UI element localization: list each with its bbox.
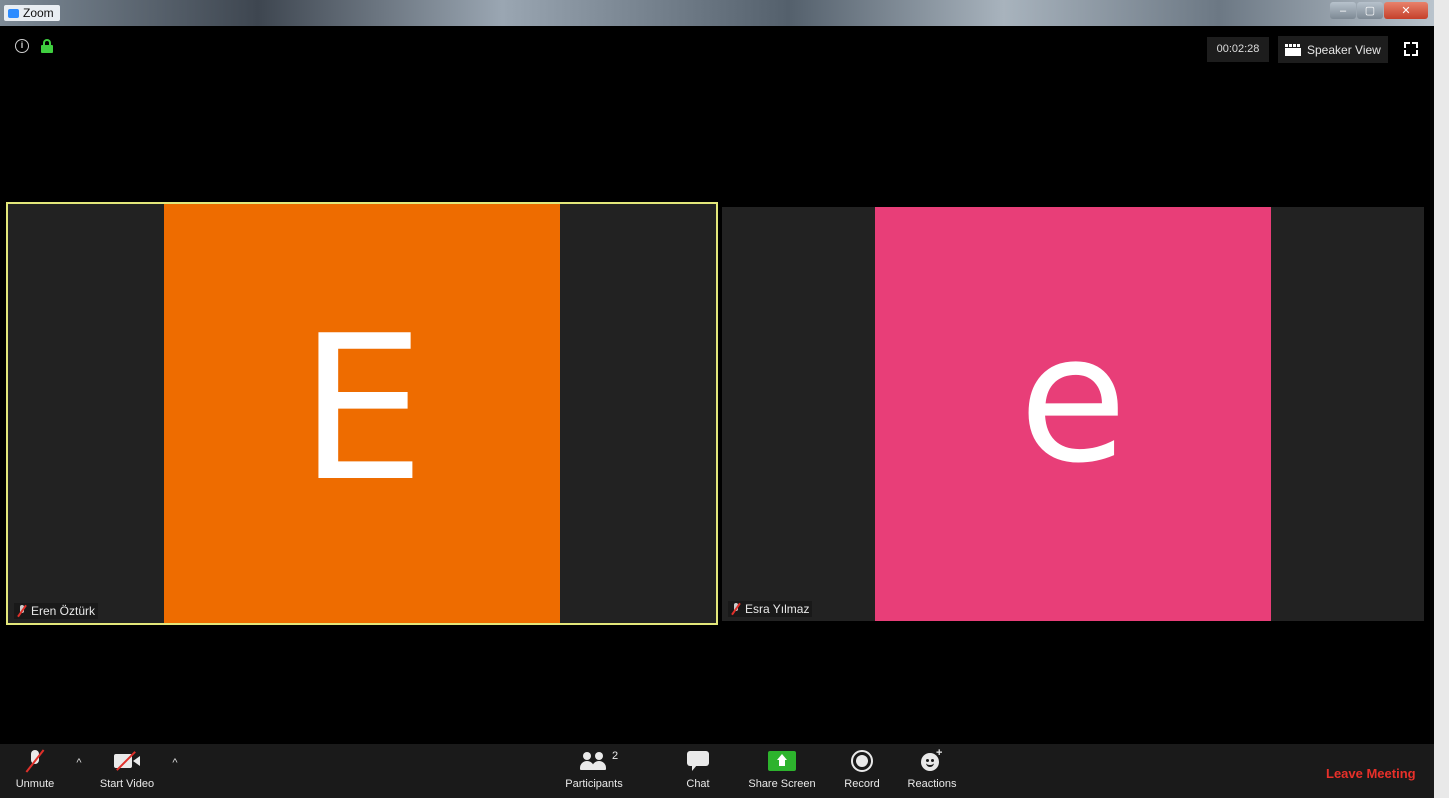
avatar-initial: E <box>298 292 426 526</box>
video-tile-1[interactable]: E Eren Öztürk <box>8 204 716 623</box>
zoom-icon <box>8 8 19 18</box>
reactions-icon: + <box>921 747 943 772</box>
speaker-view-icon <box>1285 43 1301 56</box>
share-screen-icon <box>768 751 796 771</box>
speaker-view-label: Speaker View <box>1307 42 1381 57</box>
unmute-button[interactable]: Unmute <box>10 744 60 798</box>
meeting-timer: 00:02:28 <box>1207 37 1269 62</box>
window-controls: – ▢ ✕ <box>1330 2 1428 19</box>
start-video-label: Start Video <box>99 778 155 790</box>
avatar: e <box>875 207 1271 621</box>
video-off-icon <box>114 752 140 770</box>
lock-icon[interactable] <box>41 39 53 53</box>
share-screen-button[interactable]: Share Screen <box>746 744 818 798</box>
maximize-button[interactable]: ▢ <box>1357 2 1383 19</box>
minimize-button[interactable]: – <box>1330 2 1356 19</box>
chat-icon <box>687 751 709 771</box>
fullscreen-icon[interactable] <box>1404 42 1418 56</box>
reactions-button[interactable]: + Reactions <box>904 744 960 798</box>
app-title-tab: Zoom <box>4 5 60 21</box>
audio-options-caret[interactable]: ^ <box>74 758 84 769</box>
close-button[interactable]: ✕ <box>1384 2 1428 19</box>
record-button[interactable]: Record <box>840 744 884 798</box>
participants-count: 2 <box>612 750 619 762</box>
title-bar: Zoom – ▢ ✕ <box>0 0 1434 26</box>
share-screen-label: Share Screen <box>748 778 816 790</box>
meeting-info-bar: i <box>15 39 53 53</box>
app-title: Zoom <box>23 6 54 20</box>
participant-nametag: Esra Yılmaz <box>728 601 813 617</box>
meeting-toolbar: Unmute ^ Start Video ^ Participants 2 Ch… <box>0 744 1434 798</box>
participants-label: Participants <box>565 778 623 790</box>
mic-muted-icon <box>26 749 44 773</box>
record-label: Record <box>844 778 880 790</box>
mic-muted-icon <box>17 605 27 617</box>
mic-muted-icon <box>731 603 741 615</box>
leave-meeting-button[interactable]: Leave Meeting <box>1326 766 1416 781</box>
video-options-caret[interactable]: ^ <box>170 758 180 769</box>
info-icon[interactable]: i <box>15 39 29 53</box>
video-tile-2[interactable]: e Esra Yılmaz <box>722 207 1424 621</box>
participant-nametag: Eren Öztürk <box>14 603 99 619</box>
avatar-initial: e <box>1018 297 1128 502</box>
avatar: E <box>164 204 560 623</box>
participant-name: Eren Öztürk <box>31 604 96 618</box>
chat-label: Chat <box>686 778 710 790</box>
participant-name: Esra Yılmaz <box>745 602 810 616</box>
unmute-label: Unmute <box>15 778 55 790</box>
start-video-button[interactable]: Start Video <box>96 744 158 798</box>
reactions-label: Reactions <box>907 778 957 790</box>
record-icon <box>851 750 873 772</box>
participants-icon <box>579 751 609 771</box>
window-gutter <box>1434 0 1449 798</box>
speaker-view-button[interactable]: Speaker View <box>1278 36 1388 63</box>
chat-button[interactable]: Chat <box>680 744 716 798</box>
zoom-window: Zoom – ▢ ✕ i 00:02:28 Speaker View E Ere… <box>0 0 1434 798</box>
